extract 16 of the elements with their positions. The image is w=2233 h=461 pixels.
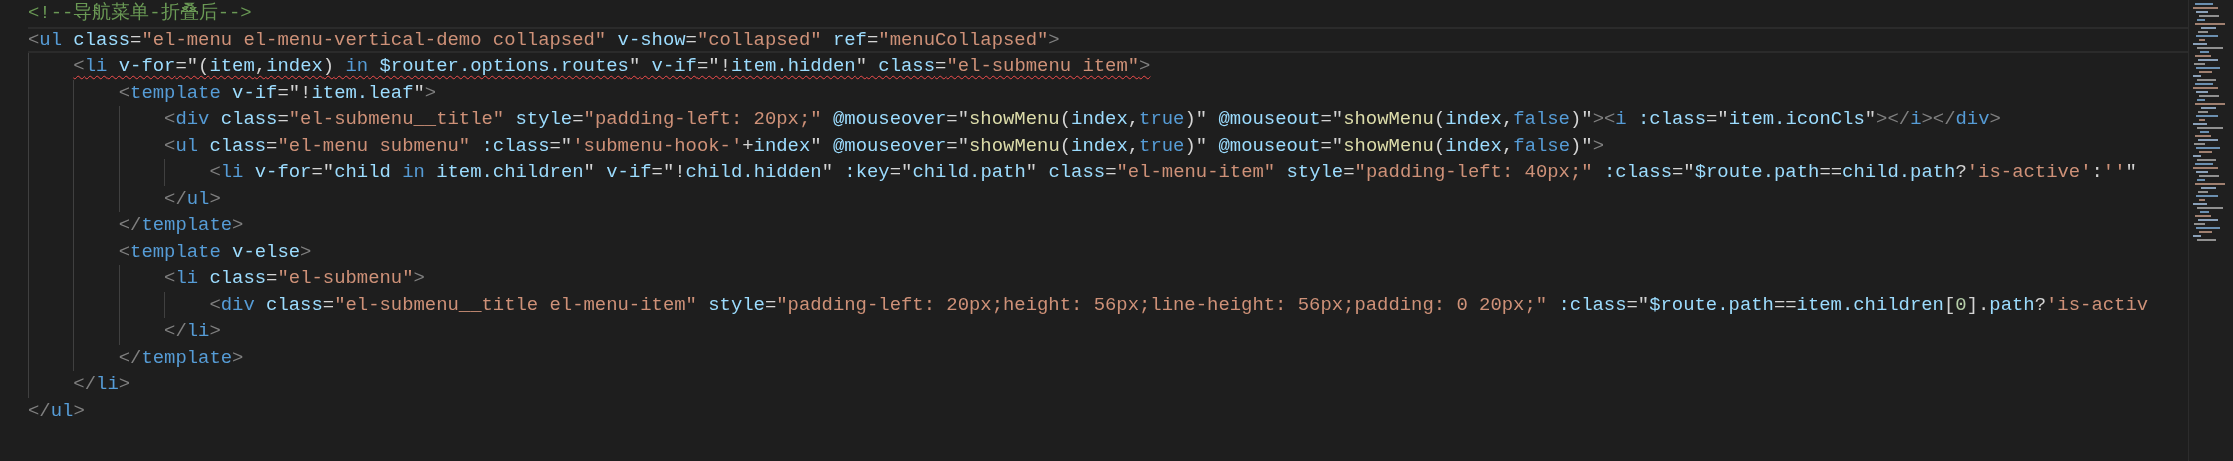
code-line: </ul> (163, 186, 221, 212)
code-comment: <!--导航菜单-折叠后--> (27, 1, 252, 26)
code-line: <div class="el-submenu__title el-menu-item" style="padding-left: 20px;height: 56px;line-height: 56px;padding: 0 20px;" :class="$route.path==item.children[0].path?'is-activ (208, 292, 2149, 318)
code-line: <li v-for="child in item.children" v-if="!child.hidden" :key="child.path" class="el-menu-item" style="padding-left: 40px;" :class="$route.path==child.path?'is-active':''" (208, 160, 2137, 185)
code-line: </li> (72, 372, 131, 397)
code-line: </ul> (27, 398, 85, 424)
code-line: <template v-else> (117, 239, 312, 265)
code-line: <ul class="el-menu el-menu-vertical-demo collapsed" v-show="collapsed" ref="menuCollapsed"> (27, 27, 1060, 53)
code-line: <ul class="el-menu submenu" :class="'submenu-hook-'+index" @mouseover="showMenu(index,true)" @mouseout="showMenu(index,false)"> (163, 133, 1604, 159)
code-line: <div class="el-submenu__title" style="padding-left: 20px;" @mouseover="showMenu(index,true)" @mouseout="showMenu(index,false)"><i :class="item.iconCls"></i></div> (163, 107, 2001, 132)
code-line: </template> (117, 213, 244, 238)
code-line: <template v-if="!item.leaf"> (117, 80, 437, 106)
code-line: </template> (117, 345, 244, 371)
code-line: </li> (163, 319, 221, 344)
code-line: <li class="el-submenu"> (163, 266, 425, 291)
code-line: <li v-for="(item,index) in $router.options.routes" v-if="!item.hidden" class="el-submenu item"> (72, 54, 1151, 79)
